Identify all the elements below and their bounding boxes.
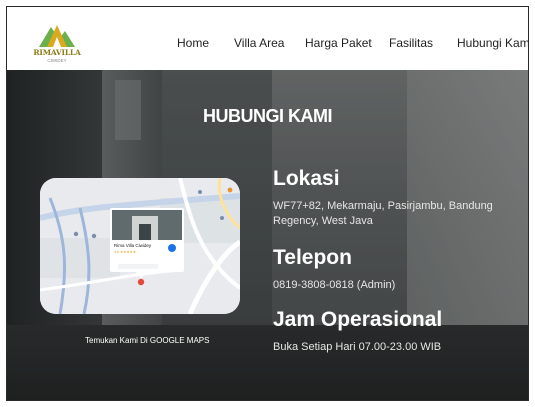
contact-section: HUBUNGI KAMI Rima Villa Ciwidey 4.6 ★★★★… — [7, 70, 528, 400]
mountain-logo-icon — [39, 25, 75, 47]
map-caption[interactable]: Temukan Kami Di GOOGLE MAPS — [85, 336, 209, 345]
phone-text: 0819-3808-0818 (Admin) — [273, 279, 396, 291]
map-directions-icon[interactable] — [168, 244, 176, 252]
hours-text: Buka Setiap Hari 07.00-23.00 WIB — [273, 341, 442, 353]
map-place-name: Rima Villa Ciwidey — [114, 243, 152, 248]
phone-heading: Telepon — [273, 246, 352, 269]
brand-subtitle: CIWIDEY — [47, 58, 67, 63]
brand-logo[interactable]: RIMAVILLA CIWIDEY — [29, 19, 85, 63]
nav-item-hubungi-kami[interactable]: Hubungi Kami — [457, 36, 528, 50]
location-text: WF77+82, Mekarmaju, Pasirjambu, Bandung … — [273, 200, 493, 227]
google-map-embed[interactable]: Rima Villa Ciwidey 4.6 ★★★★★ — [40, 178, 240, 314]
section-title: HUBUNGI KAMI — [203, 106, 333, 126]
map-place-rating: 4.6 ★★★★★ — [114, 250, 137, 254]
hours-heading: Jam Operasional — [273, 308, 443, 331]
nav-item-harga-paket[interactable]: Harga Paket — [305, 36, 372, 50]
nav-item-fasilitas[interactable]: Fasilitas — [389, 36, 433, 50]
nav-item-home[interactable]: Home — [177, 36, 209, 50]
nav-item-villa-area[interactable]: Villa Area — [234, 36, 284, 50]
top-navbar: RIMAVILLA CIWIDEY Home Villa Area Harga … — [7, 7, 528, 70]
brand-name: RIMAVILLA — [33, 48, 81, 57]
location-heading: Lokasi — [273, 167, 340, 190]
page-frame: RIMAVILLA CIWIDEY Home Villa Area Harga … — [6, 6, 529, 401]
